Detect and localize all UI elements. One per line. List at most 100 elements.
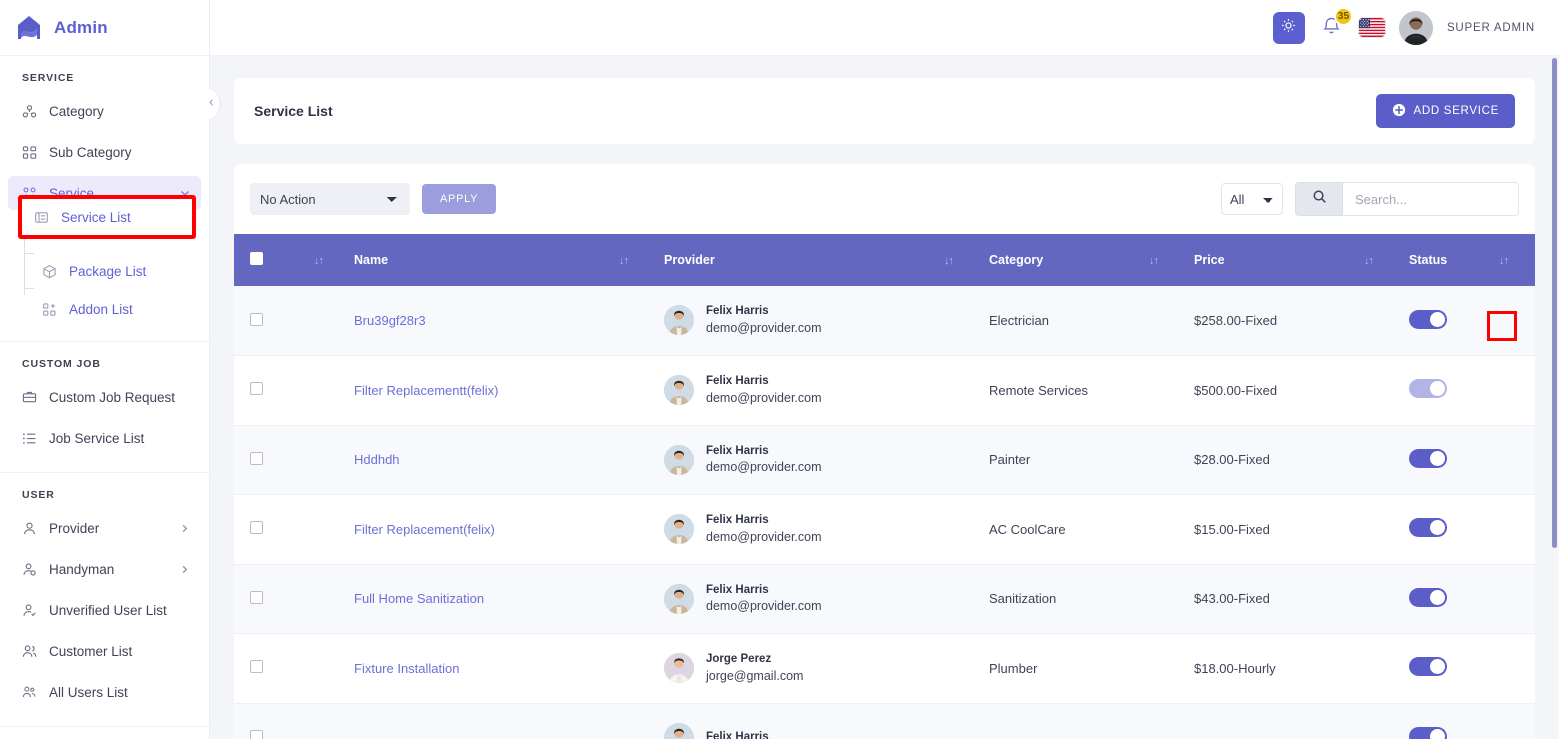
sort-icon[interactable]: ↓↑ xyxy=(314,255,324,267)
table-row[interactable]: Felix Harris xyxy=(234,703,1535,739)
sort-icon[interactable]: ↓↑ xyxy=(619,255,629,267)
spacer-cell xyxy=(1149,286,1194,356)
spacer-cell xyxy=(1364,703,1409,739)
service-name-link[interactable]: Bru39gf28r3 xyxy=(354,313,426,328)
spacer-cell xyxy=(314,425,354,495)
notifications-button[interactable]: 35 xyxy=(1319,6,1353,43)
service-name-link[interactable]: Filter Replacementt(felix) xyxy=(354,383,499,398)
table-row[interactable]: Hddhdh Felix Harris demo@provider.com Pa… xyxy=(234,425,1535,495)
spacer-cell xyxy=(314,356,354,426)
us-flag-icon[interactable] xyxy=(1358,18,1385,37)
sidebar-item-all-users-list[interactable]: All Users List xyxy=(8,675,201,709)
page-scrollbar[interactable] xyxy=(1552,58,1557,548)
row-name-cell: Fixture Installation xyxy=(354,634,619,704)
sidebar-item-job-service-list[interactable]: Job Service List xyxy=(8,421,201,455)
sidebar-subitem-addon-list[interactable]: Addon List xyxy=(8,293,201,325)
row-checkbox[interactable] xyxy=(250,451,263,465)
table-row[interactable]: Fixture Installation Jorge Perez jorge@g… xyxy=(234,634,1535,704)
sort-icon[interactable]: ↓↑ xyxy=(1364,255,1374,267)
sidebar-item-label: All Users List xyxy=(49,684,128,700)
sidebar-item-unverified-user-list[interactable]: Unverified User List xyxy=(8,593,201,627)
row-checkbox[interactable] xyxy=(250,660,263,674)
col-category[interactable]: Category xyxy=(989,234,1149,286)
status-toggle[interactable] xyxy=(1409,379,1447,399)
col-price[interactable]: Price xyxy=(1194,234,1364,286)
table-row[interactable]: Full Home Sanitization Felix Harris demo… xyxy=(234,564,1535,634)
sidebar-subitem-service-list[interactable]: Service List xyxy=(22,199,192,235)
sort-icon[interactable]: ↓↑ xyxy=(1499,255,1509,267)
row-category-cell xyxy=(989,703,1149,739)
spacer-cell xyxy=(1499,634,1535,704)
sidebar-item-sub-category[interactable]: Sub Category xyxy=(8,135,201,169)
row-checkbox[interactable] xyxy=(250,521,263,535)
provider-text: Felix Harris xyxy=(706,730,769,739)
row-provider-cell: Felix Harris demo@provider.com xyxy=(664,286,944,356)
users-group-icon xyxy=(22,684,38,700)
search-button[interactable] xyxy=(1295,182,1343,216)
col-status[interactable]: Status xyxy=(1409,234,1499,286)
row-status-cell xyxy=(1409,634,1499,704)
avatar[interactable] xyxy=(1398,10,1433,45)
row-select-cell xyxy=(234,495,314,565)
bulk-action-select[interactable]: No Action xyxy=(250,183,410,215)
spacer-cell xyxy=(1364,564,1409,634)
row-checkbox[interactable] xyxy=(250,312,263,326)
status-toggle[interactable] xyxy=(1409,309,1447,329)
col-provider[interactable]: Provider xyxy=(664,234,944,286)
status-toggle[interactable] xyxy=(1409,587,1447,607)
row-category-cell: AC CoolCare xyxy=(989,521,1066,537)
spacer-cell xyxy=(314,634,354,704)
theme-toggle-button[interactable] xyxy=(1272,11,1305,44)
service-name-link[interactable]: Fixture Installation xyxy=(354,661,460,676)
table-row[interactable]: Bru39gf28r3 Felix Harris demo@provider.c… xyxy=(234,286,1535,356)
table-row[interactable]: Filter Replacement(felix) Felix Harris d… xyxy=(234,495,1535,565)
service-name-link[interactable]: Full Home Sanitization xyxy=(354,591,484,606)
service-name-link[interactable]: Filter Replacement(felix) xyxy=(354,522,495,537)
page-title: Service List xyxy=(254,103,333,119)
row-checkbox[interactable] xyxy=(250,382,263,396)
sort-provider-cell: ↓↑ xyxy=(619,234,664,286)
add-service-label: ADD SERVICE xyxy=(1413,105,1499,117)
row-status-cell xyxy=(1409,564,1499,634)
search-input[interactable] xyxy=(1343,182,1519,216)
spacer-cell xyxy=(1364,425,1409,495)
provider-text: Felix Harris demo@provider.com xyxy=(706,374,822,406)
sort-status-cell: ↓↑ xyxy=(1364,234,1409,286)
brand[interactable]: Admin xyxy=(0,0,209,56)
sidebar-subitem-package-list[interactable]: Package List xyxy=(8,255,201,287)
row-status-cell xyxy=(1409,356,1499,426)
provider-avatar xyxy=(664,444,694,475)
apply-button[interactable]: APPLY xyxy=(422,184,497,214)
sidebar-item-handyman[interactable]: Handyman xyxy=(8,552,201,586)
status-toggle[interactable] xyxy=(1409,448,1447,468)
sidebar-item-provider[interactable]: Provider xyxy=(8,511,201,545)
sort-icon[interactable]: ↓↑ xyxy=(944,255,954,267)
row-select-cell xyxy=(234,564,314,634)
row-name-cell: Full Home Sanitization xyxy=(354,564,619,634)
sidebar-item-custom-job-request[interactable]: Custom Job Request xyxy=(8,380,201,414)
provider-name: Felix Harris xyxy=(706,730,769,739)
add-service-button[interactable]: ADD SERVICE xyxy=(1375,94,1515,128)
sidebar-item-category[interactable]: Category xyxy=(8,94,201,128)
sort-icon[interactable]: ↓↑ xyxy=(1149,255,1159,267)
table-head: ↓↑ Name ↓↑ Provider ↓↑ Category ↓↑ Price… xyxy=(234,234,1535,286)
provider-name: Felix Harris xyxy=(706,305,769,318)
service-name-link[interactable]: Hddhdh xyxy=(354,452,400,467)
row-checkbox[interactable] xyxy=(250,590,263,604)
row-checkbox[interactable] xyxy=(250,729,263,739)
spacer-cell xyxy=(1364,356,1409,426)
provider-avatar xyxy=(664,514,694,545)
row-status-cell xyxy=(1409,286,1499,356)
select-all-checkbox[interactable] xyxy=(250,252,263,265)
status-toggle[interactable] xyxy=(1409,726,1447,739)
status-toggle[interactable] xyxy=(1409,657,1447,677)
status-toggle[interactable] xyxy=(1409,518,1447,538)
provider-text: Felix Harris demo@provider.com xyxy=(706,304,822,336)
sidebar-item-label: Handyman xyxy=(49,561,115,577)
col-name[interactable]: Name xyxy=(354,234,619,286)
table-toolbar: No Action APPLY All xyxy=(234,182,1535,234)
filter-select[interactable]: All xyxy=(1221,183,1283,215)
table-row[interactable]: Filter Replacementt(felix) Felix Harris … xyxy=(234,356,1535,426)
sidebar-item-customer-list[interactable]: Customer List xyxy=(8,634,201,668)
spacer-cell xyxy=(1499,495,1535,565)
